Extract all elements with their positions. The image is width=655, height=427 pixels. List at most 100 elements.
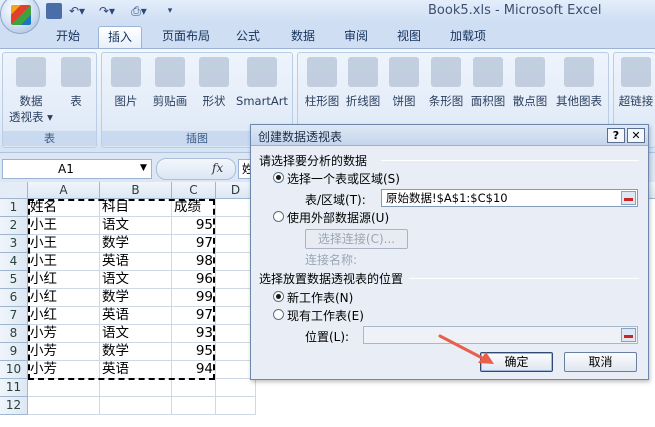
table-cell[interactable]: 语文 xyxy=(100,325,172,343)
tab-review[interactable]: 审阅 xyxy=(336,26,376,48)
shapes-button[interactable]: 形状 xyxy=(196,57,232,109)
row-header[interactable]: 2 xyxy=(0,217,28,235)
table-cell[interactable] xyxy=(172,379,216,397)
table-cell[interactable]: 数学 xyxy=(100,343,172,361)
smartart-button[interactable]: SmartArt xyxy=(234,57,290,109)
table-cell[interactable]: 姓名 xyxy=(28,199,100,217)
row-header[interactable]: 9 xyxy=(0,343,28,361)
table-cell[interactable]: 科目 xyxy=(100,199,172,217)
table-cell[interactable]: 小芳 xyxy=(28,343,100,361)
table-cell[interactable]: 语文 xyxy=(100,217,172,235)
picture-button[interactable]: 图片 xyxy=(108,57,144,109)
pivot-table-button[interactable]: 数据 透视表 ▾ xyxy=(9,57,53,125)
radio-select-table[interactable] xyxy=(273,172,284,183)
row-header[interactable]: 3 xyxy=(0,235,28,253)
select-all-corner[interactable] xyxy=(0,182,28,199)
table-cell[interactable]: 英语 xyxy=(100,361,172,379)
name-box-dropdown-icon[interactable]: ▼ xyxy=(140,163,147,173)
label-existing-worksheet[interactable]: 现有工作表(E) xyxy=(287,307,364,324)
radio-existing-worksheet[interactable] xyxy=(273,309,284,320)
row-header[interactable]: 4 xyxy=(0,253,28,271)
table-cell[interactable]: 97 xyxy=(172,307,216,325)
close-icon[interactable]: ✕ xyxy=(627,128,645,143)
column-header-b[interactable]: B xyxy=(100,182,172,199)
bar-chart-button[interactable]: 条形图 xyxy=(426,57,466,109)
table-cell[interactable]: 95 xyxy=(172,217,216,235)
row-header[interactable]: 11 xyxy=(0,379,28,397)
radio-new-worksheet[interactable] xyxy=(273,291,284,302)
table-cell[interactable]: 93 xyxy=(172,325,216,343)
label-new-worksheet[interactable]: 新工作表(N) xyxy=(287,289,353,306)
hyperlink-button[interactable]: 超链接 xyxy=(616,57,655,109)
table-cell[interactable]: 95 xyxy=(172,343,216,361)
table-cell[interactable]: 语文 xyxy=(100,271,172,289)
dialog-title-bar[interactable]: 创建数据透视表 ? ✕ xyxy=(251,125,648,146)
table-cell[interactable]: 小芳 xyxy=(28,325,100,343)
other-charts-button[interactable]: 其他图表 xyxy=(552,57,606,109)
table-cell[interactable]: 96 xyxy=(172,271,216,289)
label-external-source[interactable]: 使用外部数据源(U) xyxy=(287,209,389,226)
column-header-a[interactable]: A xyxy=(28,182,100,199)
table-cell[interactable] xyxy=(216,379,256,397)
choose-connection-button[interactable]: 选择连接(C)... xyxy=(305,229,408,249)
pie-chart-button[interactable]: 饼图 xyxy=(386,57,422,109)
location-collapse-icon[interactable] xyxy=(621,328,636,342)
table-cell[interactable] xyxy=(28,379,100,397)
table-cell[interactable]: 小红 xyxy=(28,289,100,307)
save-icon[interactable] xyxy=(46,3,62,19)
table-button[interactable]: 表 xyxy=(59,57,93,109)
row-header[interactable]: 12 xyxy=(0,397,28,415)
tab-insert[interactable]: 插入 xyxy=(98,26,142,48)
table-cell[interactable]: 英语 xyxy=(100,253,172,271)
tab-data[interactable]: 数据 xyxy=(283,26,323,48)
cancel-button[interactable]: 取消 xyxy=(564,352,637,372)
redo-icon[interactable]: ↷▾ xyxy=(96,3,118,19)
tab-page-layout[interactable]: 页面布局 xyxy=(156,26,216,48)
radio-external-source[interactable] xyxy=(273,211,284,222)
table-cell[interactable]: 小王 xyxy=(28,253,100,271)
help-icon[interactable]: ? xyxy=(607,128,625,143)
name-box[interactable]: A1 xyxy=(2,159,152,179)
tab-addins[interactable]: 加载项 xyxy=(442,26,494,48)
table-cell[interactable]: 小王 xyxy=(28,235,100,253)
row-header[interactable]: 5 xyxy=(0,271,28,289)
scatter-chart-button[interactable]: 散点图 xyxy=(510,57,550,109)
row-header[interactable]: 7 xyxy=(0,307,28,325)
row-header[interactable]: 6 xyxy=(0,289,28,307)
table-cell[interactable] xyxy=(28,397,100,415)
row-header[interactable]: 1 xyxy=(0,199,28,217)
print-preview-icon[interactable]: ⎙▾ xyxy=(128,3,150,19)
table-cell[interactable]: 98 xyxy=(172,253,216,271)
table-cell[interactable]: 小王 xyxy=(28,217,100,235)
table-cell[interactable]: 英语 xyxy=(100,307,172,325)
table-cell[interactable] xyxy=(100,379,172,397)
insert-function-icon[interactable]: fx xyxy=(212,161,223,175)
table-cell[interactable]: 小芳 xyxy=(28,361,100,379)
row-header[interactable]: 10 xyxy=(0,361,28,379)
table-cell[interactable] xyxy=(172,397,216,415)
table-cell[interactable] xyxy=(216,397,256,415)
line-chart-button[interactable]: 折线图 xyxy=(343,57,383,109)
table-cell[interactable]: 94 xyxy=(172,361,216,379)
table-cell[interactable]: 99 xyxy=(172,289,216,307)
customize-quick-access-icon[interactable]: ▾ xyxy=(164,3,176,19)
table-cell[interactable]: 小红 xyxy=(28,307,100,325)
table-cell[interactable]: 数学 xyxy=(100,289,172,307)
area-chart-button[interactable]: 面积图 xyxy=(468,57,508,109)
table-cell[interactable]: 成绩 xyxy=(172,199,216,217)
table-range-input[interactable]: 原始数据!$A$1:$C$10 xyxy=(381,189,638,207)
undo-icon[interactable]: ↶▾ xyxy=(66,3,88,19)
tab-formulas[interactable]: 公式 xyxy=(228,26,268,48)
table-cell[interactable]: 97 xyxy=(172,235,216,253)
tab-home[interactable]: 开始 xyxy=(48,26,88,48)
clipart-button[interactable]: 剪贴画 xyxy=(148,57,192,109)
label-select-table[interactable]: 选择一个表或区域(S) xyxy=(287,170,400,187)
tab-view[interactable]: 视图 xyxy=(389,26,429,48)
table-cell[interactable] xyxy=(100,397,172,415)
column-chart-button[interactable]: 柱形图 xyxy=(302,57,342,109)
collapse-dialog-icon[interactable] xyxy=(621,191,636,205)
table-cell[interactable]: 小红 xyxy=(28,271,100,289)
table-cell[interactable]: 数学 xyxy=(100,235,172,253)
column-header-c[interactable]: C xyxy=(172,182,216,199)
row-header[interactable]: 8 xyxy=(0,325,28,343)
